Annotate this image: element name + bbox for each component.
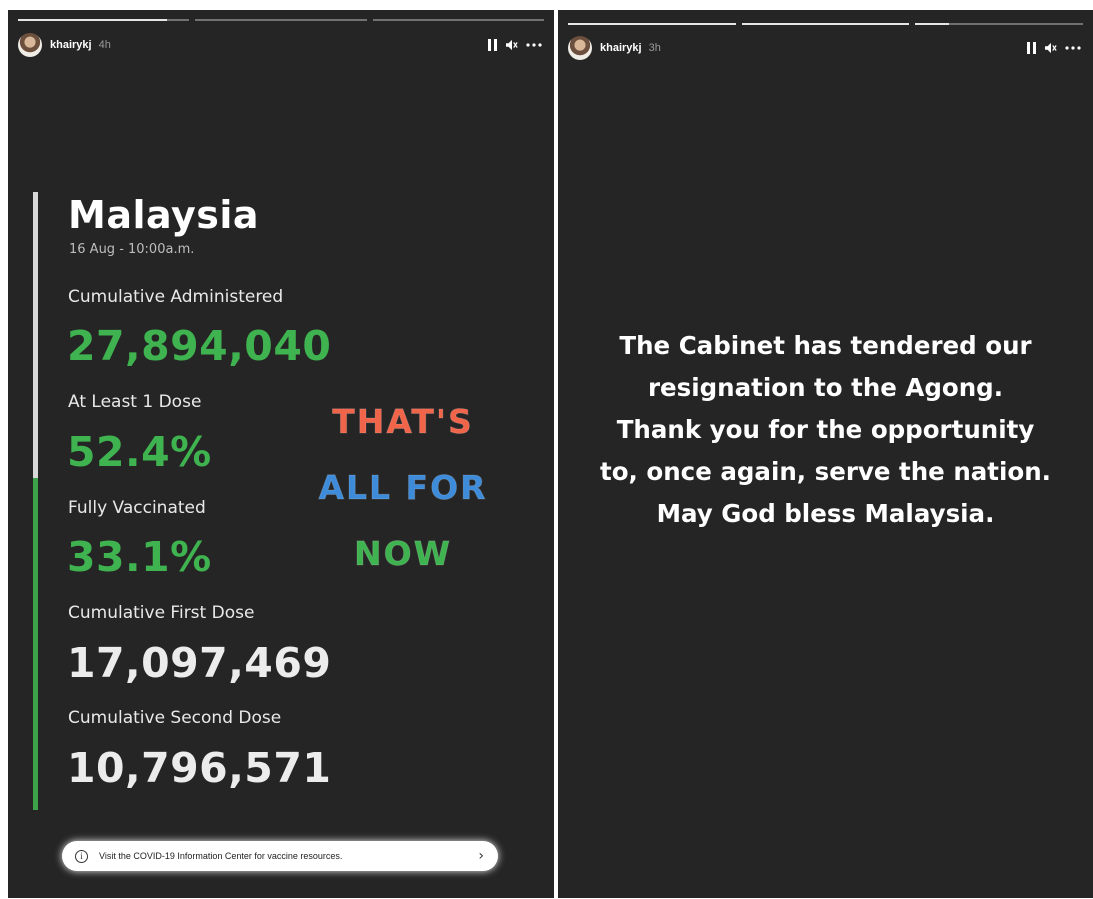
sticker-line-now: NOW bbox=[353, 534, 453, 574]
stat-value-cumulative-first-dose: 17,097,469 bbox=[67, 639, 332, 687]
resignation-message: The Cabinet has tendered our resignation… bbox=[578, 325, 1073, 535]
sticker-line-thats: THAT'S bbox=[332, 402, 474, 442]
stat-label-fully-vaccinated: Fully Vaccinated bbox=[68, 498, 206, 518]
progress-fill bbox=[18, 19, 168, 21]
info-icon: i bbox=[75, 849, 88, 863]
message-line: resignation to the Agong. bbox=[647, 373, 1004, 402]
accent-bar-green bbox=[33, 478, 38, 810]
time-ago: 3h bbox=[648, 42, 661, 54]
update-date: 16 Aug - 10:00a.m. bbox=[69, 242, 195, 257]
stat-label-cumulative-second-dose: Cumulative Second Dose bbox=[68, 708, 282, 728]
more-icon[interactable] bbox=[526, 38, 542, 52]
story-header: khairykj 3h bbox=[568, 35, 1081, 61]
mute-icon[interactable] bbox=[506, 38, 518, 52]
stat-value-fully-vaccinated: 33.1% bbox=[67, 533, 212, 581]
story-progress-bar bbox=[18, 19, 544, 22]
stat-value-cumulative-administered: 27,894,040 bbox=[67, 322, 332, 370]
story-vaccination-stats[interactable]: khairykj 4h Malaysia 16 Aug - 10:00a.m. … bbox=[8, 10, 554, 898]
message-line: to, once again, serve the nation. bbox=[600, 457, 1051, 486]
username[interactable]: khairykj bbox=[600, 42, 642, 54]
story-controls bbox=[486, 38, 542, 52]
progress-segment bbox=[195, 19, 367, 21]
progress-segment bbox=[568, 23, 736, 25]
stat-label-cumulative-administered: Cumulative Administered bbox=[68, 287, 284, 307]
country-title: Malaysia bbox=[68, 193, 260, 237]
more-icon[interactable] bbox=[1065, 41, 1081, 55]
pause-icon[interactable] bbox=[1025, 41, 1037, 55]
progress-fill bbox=[568, 23, 736, 25]
story-resignation-message[interactable]: khairykj 3h The Cabinet has tendered our… bbox=[558, 10, 1093, 898]
mute-icon[interactable] bbox=[1045, 41, 1057, 55]
info-banner-text: Visit the COVID-19 Information Center fo… bbox=[99, 851, 343, 861]
sticker-line-all-for: ALL FOR bbox=[318, 468, 488, 508]
story-controls bbox=[1025, 41, 1081, 55]
progress-segment bbox=[915, 23, 1084, 25]
stat-value-at-least-1-dose: 52.4% bbox=[67, 428, 212, 476]
covid-info-banner[interactable]: i Visit the COVID-19 Information Center … bbox=[62, 841, 498, 871]
story-header: khairykj 4h bbox=[18, 32, 542, 58]
stat-label-at-least-1-dose: At Least 1 Dose bbox=[68, 392, 202, 412]
avatar[interactable] bbox=[18, 33, 42, 57]
stat-value-cumulative-second-dose: 10,796,571 bbox=[67, 744, 332, 792]
username[interactable]: khairykj bbox=[50, 39, 92, 51]
progress-segment bbox=[741, 23, 910, 25]
avatar[interactable] bbox=[568, 36, 592, 60]
progress-segment bbox=[372, 19, 544, 21]
progress-segment bbox=[18, 19, 190, 21]
chevron-right-icon: › bbox=[478, 848, 484, 864]
progress-fill bbox=[741, 23, 910, 25]
pause-icon[interactable] bbox=[486, 38, 498, 52]
stat-label-cumulative-first-dose: Cumulative First Dose bbox=[68, 603, 255, 623]
progress-fill bbox=[915, 23, 949, 25]
message-line: The Cabinet has tendered our bbox=[619, 331, 1032, 360]
accent-bar-gray bbox=[33, 192, 38, 478]
message-line: Thank you for the opportunity bbox=[616, 415, 1035, 444]
time-ago: 4h bbox=[98, 39, 111, 51]
message-line: May God bless Malaysia. bbox=[656, 499, 995, 528]
story-progress-bar bbox=[568, 23, 1084, 26]
